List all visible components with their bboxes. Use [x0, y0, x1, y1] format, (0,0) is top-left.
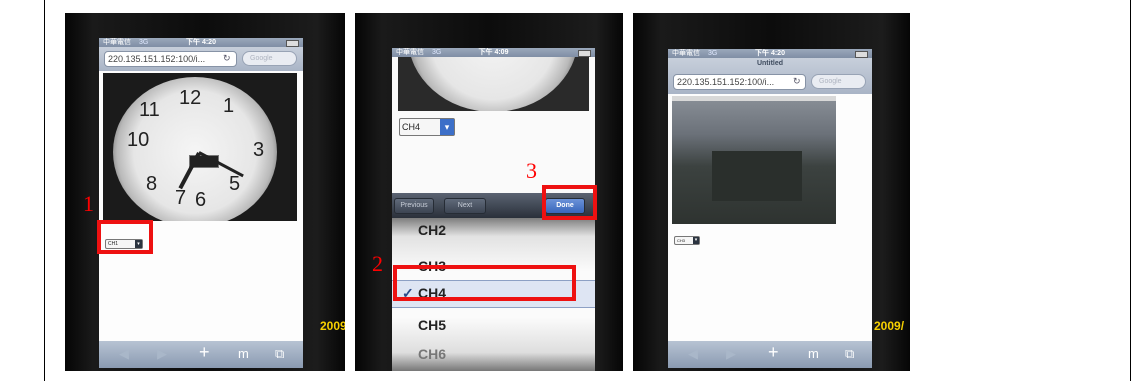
url-bar: 220.135.151.152:100/i... ↻ Google: [99, 47, 303, 71]
page-title: Untitled: [756, 60, 784, 67]
figure-frame: 中華電信 3G 下午 4:20 220.135.151.152:100/i...…: [0, 0, 1131, 381]
pages-icon[interactable]: ⧉: [845, 347, 854, 361]
forward-arrow-icon[interactable]: ▶: [157, 347, 167, 361]
battery-icon: [286, 40, 299, 47]
callout-number-1: 1: [83, 191, 94, 216]
status-bar: 中華電信 3G 下午 4:20: [668, 49, 872, 58]
plus-icon[interactable]: +: [768, 343, 779, 361]
right-rule: [1130, 0, 1131, 381]
highlight-box-select: [97, 220, 153, 254]
bookmarks-icon[interactable]: m: [238, 347, 249, 361]
highlight-box-done: [542, 185, 597, 220]
search-field[interactable]: Google: [242, 51, 297, 66]
photo-step-3: 中華電信 3G 下午 4:20 Untitled 220.135.151.152…: [633, 13, 910, 371]
status-time: 下午 4:20: [186, 39, 216, 46]
highlight-box-picker: [393, 265, 576, 301]
url-field[interactable]: 220.135.151.152:100/i...: [104, 51, 237, 67]
search-field[interactable]: Google: [811, 74, 866, 89]
channel-select-value: CH3: [677, 238, 686, 243]
plus-icon[interactable]: +: [199, 343, 210, 361]
status-bar: 中華電信 3G 下午 4:09: [392, 48, 595, 57]
pages-icon[interactable]: ⧉: [275, 347, 284, 361]
picker-item[interactable]: CH2: [418, 222, 446, 238]
back-arrow-icon[interactable]: ◀: [119, 347, 129, 361]
web-content: CH3 ▾: [668, 94, 872, 341]
date-stamp: 2009: [320, 319, 345, 333]
channel-select[interactable]: CH4 ▾: [399, 118, 455, 136]
reload-icon[interactable]: ↻: [793, 76, 801, 87]
channel-select-value: CH4: [402, 122, 421, 132]
callout-number-2: 2: [372, 251, 383, 276]
phone-screen: 中華電信 3G 下午 4:20 220.135.151.152:100/i...…: [99, 38, 303, 368]
camera-feed-image: 12 1 11 10 3 8 7 6 5: [103, 73, 297, 221]
picker-item[interactable]: CH6: [418, 346, 446, 362]
date-stamp: 2009/: [874, 319, 905, 333]
next-button[interactable]: Next: [444, 198, 486, 214]
previous-button[interactable]: Previous: [394, 198, 434, 214]
status-bar: 中華電信 3G 下午 4:20: [99, 38, 303, 47]
photo-step-1: 中華電信 3G 下午 4:20 220.135.151.152:100/i...…: [65, 13, 345, 371]
chevron-down-icon: ▾: [693, 237, 699, 244]
web-content: 12 1 11 10 3 8 7 6 5 CH1 ▾: [99, 71, 303, 341]
status-time: 下午 4:09: [478, 49, 509, 56]
phone-screen: 中華電信 3G 下午 4:20 Untitled 220.135.151.152…: [668, 49, 872, 368]
picker-item[interactable]: CH5: [418, 317, 446, 333]
battery-icon: [578, 50, 591, 57]
url-bar: Untitled 220.135.151.152:100/i... ↻ Goog…: [668, 58, 872, 94]
forward-arrow-icon[interactable]: ▶: [726, 347, 736, 361]
back-arrow-icon[interactable]: ◀: [688, 347, 698, 361]
chevron-down-icon: ▾: [440, 119, 454, 135]
callout-number-3: 3: [526, 158, 537, 183]
url-field[interactable]: 220.135.151.152:100/i...: [673, 74, 806, 90]
status-time: 下午 4:20: [755, 50, 785, 57]
battery-icon: [855, 51, 868, 58]
camera-feed-image: [672, 96, 836, 224]
bookmarks-icon[interactable]: m: [808, 347, 819, 361]
browser-toolbar: ◀ ▶ + m ⧉: [99, 341, 303, 368]
wall-clock: [408, 57, 578, 111]
photo-step-2: 中華電信 3G 下午 4:09 CH4 ▾ Previous Next Done…: [355, 13, 623, 371]
camera-feed-image: [398, 57, 589, 111]
reload-icon[interactable]: ↻: [223, 53, 231, 64]
browser-toolbar: ◀ ▶ + m ⧉: [668, 341, 872, 368]
left-rule: [44, 0, 45, 381]
channel-select[interactable]: CH3 ▾: [674, 236, 700, 245]
